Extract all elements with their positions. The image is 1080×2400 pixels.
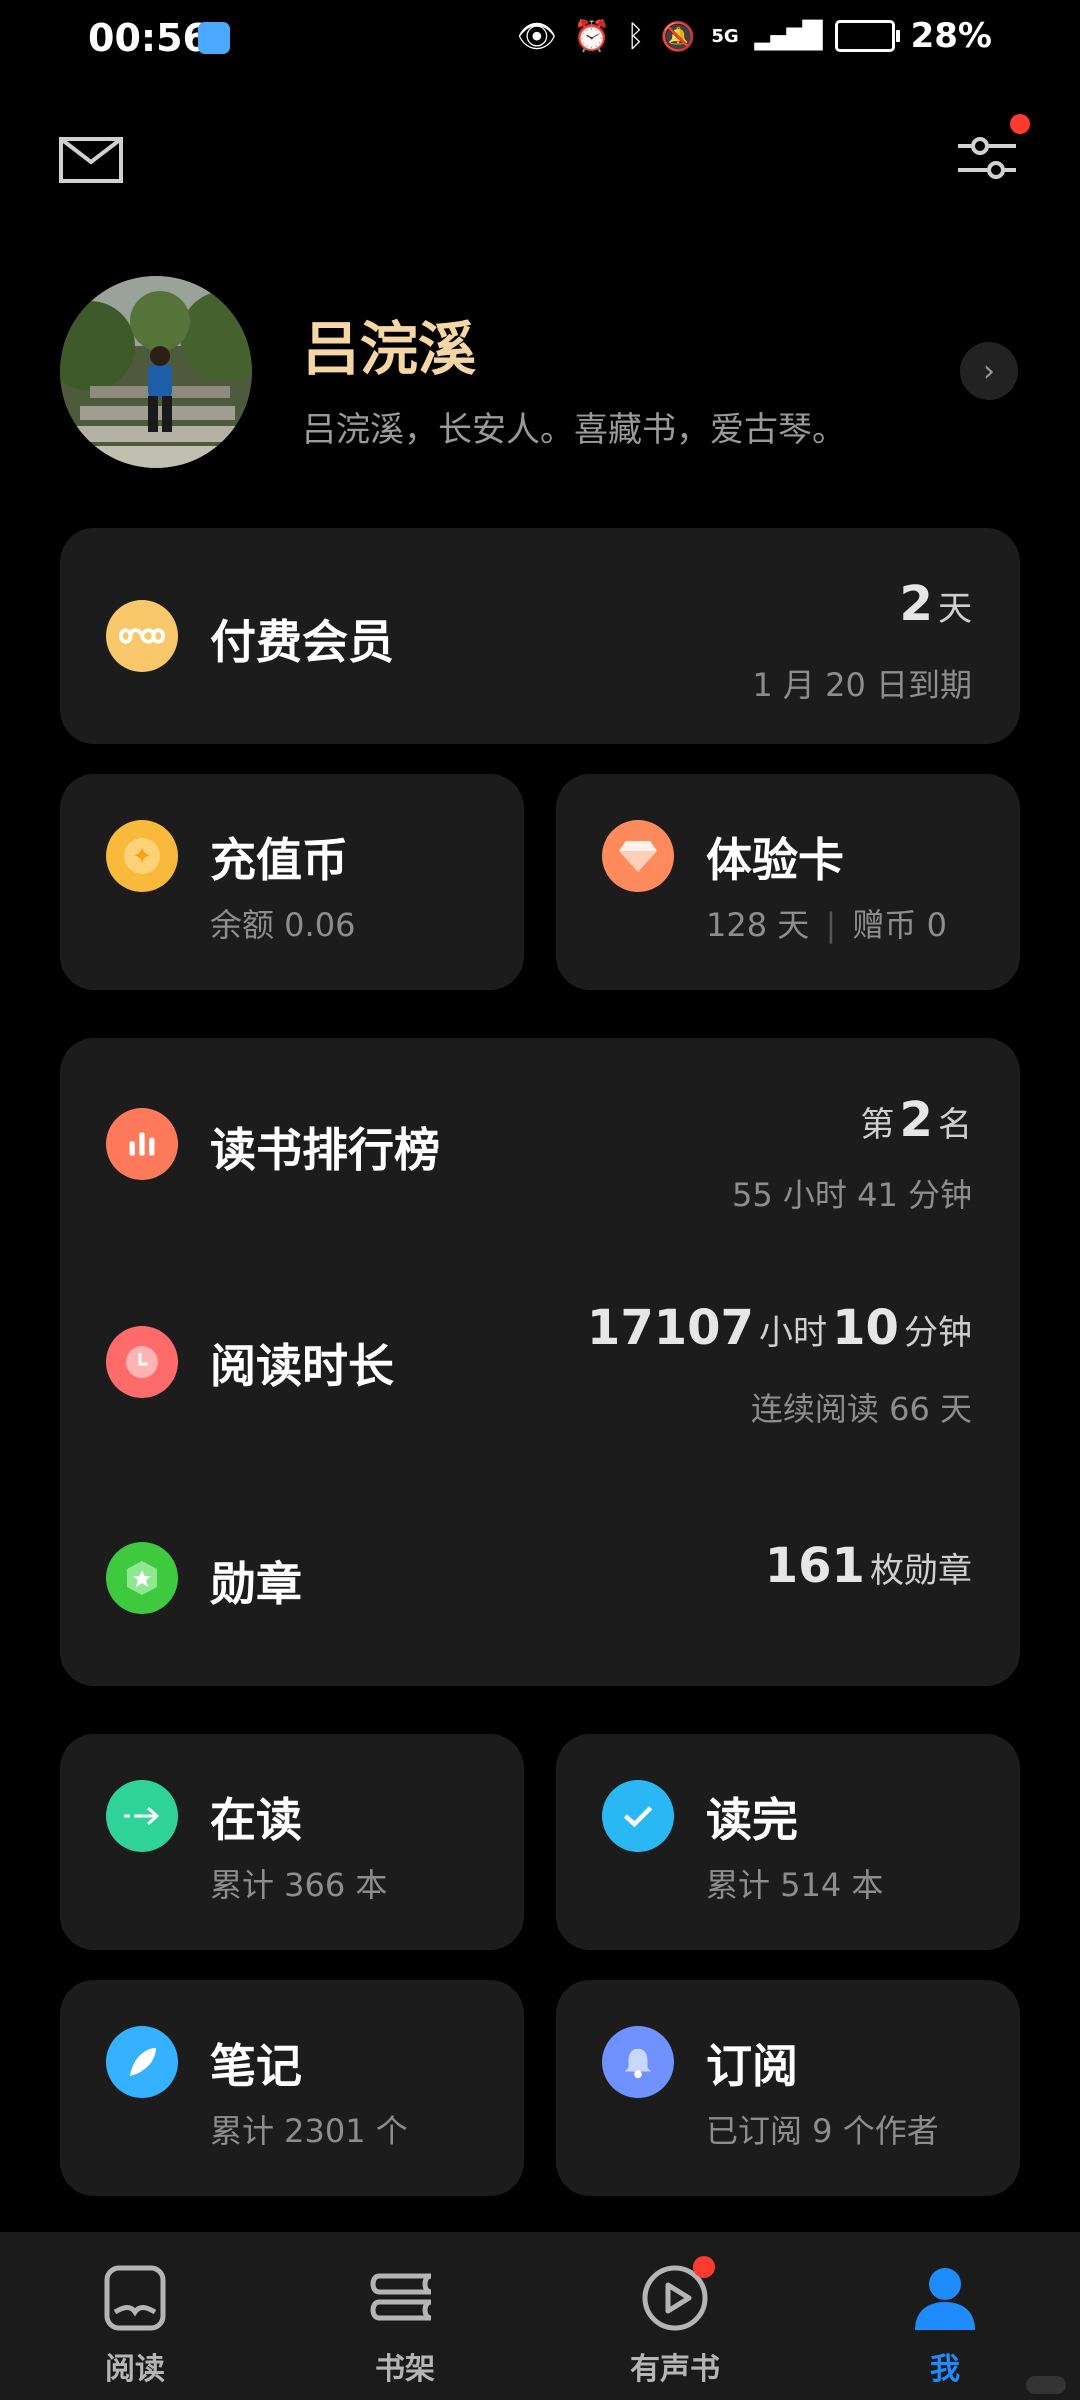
sliders-icon xyxy=(958,137,1016,179)
avatar[interactable] xyxy=(60,276,252,468)
finished-card[interactable]: 读完 累计 514 本 xyxy=(556,1734,1020,1950)
diamond-icon xyxy=(602,820,674,892)
mail-icon[interactable] xyxy=(58,136,124,184)
feather-icon xyxy=(106,2026,178,2098)
coins-balance: 余额 0.06 xyxy=(210,906,356,944)
chevron-right-icon: › xyxy=(983,353,995,389)
mute-icon: 🔕 xyxy=(660,19,696,53)
profile-detail-button[interactable]: › xyxy=(960,342,1018,400)
bluetooth-icon: ᛒ xyxy=(626,18,645,54)
notes-title: 笔记 xyxy=(210,2039,302,2093)
ranking-rank: 2 xyxy=(899,1092,933,1148)
finished-title: 读完 xyxy=(706,1793,798,1847)
nav-shelf[interactable]: 书架 xyxy=(345,2262,465,2388)
profile-bio: 吕浣溪，长安人。喜藏书，爱古琴。 xyxy=(302,410,846,450)
ranking-position: 第 2 名 xyxy=(860,1092,972,1148)
trial-days: 128 天 xyxy=(706,906,810,944)
membership-days: 2 天 xyxy=(900,576,973,632)
nav-me[interactable]: 我 xyxy=(885,2262,1005,2388)
trial-gift: 赠币 0 xyxy=(852,906,947,944)
status-icons: 👁 ⏰ ᛒ 🔕 5G ▂▄▆█ 28% xyxy=(516,16,992,56)
trial-title: 体验卡 xyxy=(706,833,844,887)
bottom-nav: 阅读 书架 有声书 我 xyxy=(0,2232,1080,2400)
coins-card[interactable]: ✦ 充值币 余额 0.06 xyxy=(60,774,524,990)
check-icon xyxy=(602,1780,674,1852)
subscriptions-title: 订阅 xyxy=(706,2039,798,2093)
bell-icon xyxy=(602,2026,674,2098)
badges-count: 161 xyxy=(764,1538,865,1594)
finished-count: 累计 514 本 xyxy=(706,1866,884,1904)
nav-read[interactable]: 阅读 xyxy=(75,2262,195,2388)
reading-now-card[interactable]: 在读 累计 366 本 xyxy=(60,1734,524,1950)
nav-me-label: 我 xyxy=(930,2352,960,2387)
ranking-suffix: 名 xyxy=(938,1105,972,1145)
reading-time-title: 阅读时长 xyxy=(210,1339,394,1393)
profile-name[interactable]: 吕浣溪 xyxy=(302,302,476,386)
badges-unit: 枚勋章 xyxy=(870,1551,972,1591)
audio-notification-dot xyxy=(693,2256,715,2278)
nav-audio-label: 有声书 xyxy=(630,2352,720,2387)
network-label: 5G xyxy=(711,25,739,47)
membership-days-value: 2 xyxy=(899,576,933,632)
membership-card[interactable]: 付费会员 2 天 1 月 20 日到期 xyxy=(60,528,1020,744)
reading-minutes-unit: 分钟 xyxy=(904,1313,972,1353)
membership-days-unit: 天 xyxy=(938,589,972,629)
reading-minutes: 10 xyxy=(832,1300,899,1356)
arrow-right-icon xyxy=(106,1780,178,1852)
reading-now-count: 累计 366 本 xyxy=(210,1866,388,1904)
stats-card: 读书排行榜 第 2 名 55 小时 41 分钟 阅读时长 17107 小时 10… xyxy=(60,1038,1020,1686)
clock-icon xyxy=(106,1326,178,1398)
avatar-photo xyxy=(60,276,252,468)
subscriptions-count: 已订阅 9 个作者 xyxy=(706,2112,939,2150)
reading-time-value: 17107 小时 10 分钟 xyxy=(587,1300,972,1356)
nav-audio[interactable]: 有声书 xyxy=(615,2256,735,2388)
status-time: 00:56 xyxy=(88,16,209,60)
status-bar: 00:56 👁 ⏰ ᛒ 🔕 5G ▂▄▆█ 28% xyxy=(0,0,1080,80)
book-icon xyxy=(104,2265,166,2331)
trial-card[interactable]: 体验卡 128 天 | 赠币 0 xyxy=(556,774,1020,990)
notes-card[interactable]: 笔记 累计 2301 个 xyxy=(60,1980,524,2196)
infinity-icon xyxy=(106,600,178,672)
notification-dot xyxy=(1010,114,1030,134)
notes-count: 累计 2301 个 xyxy=(210,2112,408,2150)
bar-chart-icon xyxy=(106,1108,178,1180)
settings-filter-button[interactable] xyxy=(956,114,1030,184)
reading-hours-unit: 小时 xyxy=(759,1313,828,1353)
badges-title: 勋章 xyxy=(210,1557,302,1611)
person-icon xyxy=(915,2268,975,2330)
battery-icon xyxy=(834,20,900,52)
badges-value: 161 枚勋章 xyxy=(765,1538,972,1594)
subscriptions-card[interactable]: 订阅 已订阅 9 个作者 xyxy=(556,1980,1020,2196)
nav-shelf-label: 书架 xyxy=(375,2352,435,2387)
ranking-time: 55 小时 41 分钟 xyxy=(732,1176,972,1214)
membership-expiry: 1 月 20 日到期 xyxy=(752,666,972,704)
reading-hours: 17107 xyxy=(586,1300,754,1356)
shield-icon xyxy=(198,22,230,54)
reading-now-title: 在读 xyxy=(210,1793,302,1847)
battery-percent: 28% xyxy=(910,16,992,56)
nav-read-label: 阅读 xyxy=(105,2352,165,2387)
signal-icon: ▂▄▆█ xyxy=(754,21,823,51)
reading-streak: 连续阅读 66 天 xyxy=(750,1390,972,1428)
watermark xyxy=(1026,2376,1066,2394)
trial-info: 128 天 | 赠币 0 xyxy=(706,906,947,944)
coin-icon: ✦ xyxy=(106,820,178,892)
eye-icon: 👁 xyxy=(516,17,558,55)
membership-title: 付费会员 xyxy=(210,615,394,669)
bookshelf-icon xyxy=(370,2273,432,2321)
alarm-icon: ⏰ xyxy=(573,18,611,54)
ranking-prefix: 第 xyxy=(860,1105,895,1145)
coins-title: 充值币 xyxy=(210,833,348,887)
badge-icon xyxy=(106,1542,178,1614)
ranking-title: 读书排行榜 xyxy=(210,1123,440,1177)
